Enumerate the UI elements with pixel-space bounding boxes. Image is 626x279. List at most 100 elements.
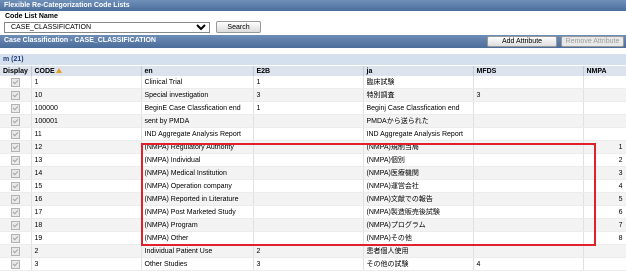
table-row[interactable]: 19 (NMPA) Other (NMPA)その他 8 [0, 231, 626, 245]
checkbox-icon[interactable] [10, 259, 20, 269]
display-cell [0, 114, 32, 128]
mfds-cell [473, 76, 584, 89]
search-button[interactable]: Search [216, 21, 261, 33]
nmpa-cell: 8 [583, 231, 626, 245]
mfds-cell [473, 218, 584, 232]
table-row[interactable]: 14 (NMPA) Medical Institution (NMPA)医療機関 3 [0, 166, 626, 180]
checkbox-icon[interactable] [10, 246, 20, 256]
display-cell [0, 192, 32, 206]
column-header-e2b[interactable]: E2B [253, 66, 364, 76]
checkbox-icon[interactable] [10, 155, 20, 165]
checkbox-icon[interactable] [10, 142, 20, 152]
code-list-label: Code List Name [5, 13, 58, 20]
display-cell [0, 140, 32, 154]
display-cell [0, 244, 32, 258]
table-row[interactable]: 1 Clinical Trial 1 臨床試験 [0, 76, 626, 89]
table-body: 1 Clinical Trial 1 臨床試験 10 Special investigat… [0, 76, 626, 271]
table-row[interactable]: 100000 BeginE Case Classfication end 1 Begi… [0, 101, 626, 115]
nmpa-cell: 2 [583, 153, 626, 167]
mfds-cell [473, 101, 584, 115]
table-row[interactable]: 11 IND Aggregate Analysis Report IND Aggre… [0, 127, 626, 141]
display-cell [0, 153, 32, 167]
code-cell: 18 [31, 218, 142, 232]
nmpa-cell: 3 [583, 166, 626, 180]
code-list-select[interactable]: CASE_CLASSIFICATION [4, 22, 210, 33]
e2b-cell: 1 [253, 76, 364, 89]
e2b-cell [253, 153, 364, 167]
display-cell [0, 76, 32, 89]
checkbox-icon[interactable] [10, 116, 20, 126]
ja-cell: (NMPA)個別 [363, 153, 474, 167]
table-row[interactable]: 18 (NMPA) Program (NMPA)プログラム 7 [0, 218, 626, 232]
en-cell: Clinical Trial [141, 76, 254, 89]
column-header-ja[interactable]: ja [363, 66, 474, 76]
table-header-row: Display CODE en E2B ja MFDS NMPA [0, 66, 626, 76]
checkbox-icon[interactable] [10, 129, 20, 139]
en-cell: (NMPA) Individual [141, 153, 254, 167]
ja-cell: 患者個人使用 [363, 244, 474, 258]
column-header-display[interactable]: Display [0, 66, 32, 76]
checkbox-icon[interactable] [10, 233, 20, 243]
code-cell: 12 [31, 140, 142, 154]
table-row[interactable]: 10 Special investigation 3 特別調査 3 [0, 88, 626, 102]
code-cell: 1 [31, 76, 142, 89]
code-cell: 3 [31, 257, 142, 271]
table-row[interactable]: 13 (NMPA) Individual (NMPA)個別 2 [0, 153, 626, 167]
code-cell: 11 [31, 127, 142, 141]
column-header-nmpa[interactable]: NMPA [583, 66, 626, 76]
code-cell: 13 [31, 153, 142, 167]
mfds-cell [473, 127, 584, 141]
column-header-en[interactable]: en [141, 66, 254, 76]
e2b-cell [253, 231, 364, 245]
ja-cell: (NMPA)文献での報告 [363, 192, 474, 206]
code-cell: 19 [31, 231, 142, 245]
nmpa-cell: 1 [583, 140, 626, 154]
nmpa-cell [583, 257, 626, 271]
code-list-table: Display CODE en E2B ja MFDS NMPA 1 Clinic… [0, 66, 626, 271]
en-cell: sent by PMDA [141, 114, 254, 128]
column-header-code[interactable]: CODE [31, 66, 142, 76]
ja-cell: (NMPA)プログラム [363, 218, 474, 232]
checkbox-icon[interactable] [10, 194, 20, 204]
e2b-cell: 1 [253, 101, 364, 115]
checkbox-icon[interactable] [10, 207, 20, 217]
checkbox-icon[interactable] [10, 181, 20, 191]
nmpa-cell: 6 [583, 205, 626, 219]
ja-cell: (NMPA)医療機関 [363, 166, 474, 180]
table-row[interactable]: 16 (NMPA) Reported in Literature (NMPA)文献で… [0, 192, 626, 206]
nmpa-cell [583, 114, 626, 128]
e2b-cell [253, 114, 364, 128]
sort-ascending-icon [55, 68, 62, 74]
code-cell: 100001 [31, 114, 142, 128]
ja-cell: (NMPA)その他 [363, 231, 474, 245]
checkbox-icon[interactable] [10, 77, 20, 87]
ja-cell: (NMPA)規制当局 [363, 140, 474, 154]
code-cell: 10 [31, 88, 142, 102]
checkbox-icon[interactable] [10, 168, 20, 178]
ja-cell: その他の試験 [363, 257, 474, 271]
e2b-cell: 3 [253, 88, 364, 102]
table-row[interactable]: 17 (NMPA) Post Marketed Study (NMPA)製造販売後試… [0, 205, 626, 219]
table-row[interactable]: 12 (NMPA) Regulatory Authority (NMPA)規制当局 1 [0, 140, 626, 154]
column-header-mfds[interactable]: MFDS [473, 66, 584, 76]
nmpa-cell: 4 [583, 179, 626, 193]
filter-panel: Code List Name CASE_CLASSIFICATION Searc… [0, 11, 626, 34]
code-cell: 17 [31, 205, 142, 219]
en-cell: (NMPA) Reported in Literature [141, 192, 254, 206]
table-row[interactable]: 3 Other Studies 3 その他の試験 4 [0, 257, 626, 271]
table-row[interactable]: 15 (NMPA) Operation company (NMPA)運営会社 4 [0, 179, 626, 193]
code-cell: 100000 [31, 101, 142, 115]
en-cell: IND Aggregate Analysis Report [141, 127, 254, 141]
ja-cell: IND Aggregate Analysis Report [363, 127, 474, 141]
checkbox-icon[interactable] [10, 90, 20, 100]
e2b-cell [253, 127, 364, 141]
table-row[interactable]: 100001 sent by PMDA PMDAから送られた [0, 114, 626, 128]
display-cell [0, 179, 32, 193]
group-header[interactable]: m (21) [0, 54, 626, 65]
checkbox-icon[interactable] [10, 103, 20, 113]
checkbox-icon[interactable] [10, 220, 20, 230]
nmpa-cell [583, 101, 626, 115]
add-attribute-button[interactable]: Add Attribute [487, 36, 557, 47]
table-row[interactable]: 2 Individual Patient Use 2 患者個人使用 [0, 244, 626, 258]
column-header-code-label: CODE [34, 67, 55, 75]
